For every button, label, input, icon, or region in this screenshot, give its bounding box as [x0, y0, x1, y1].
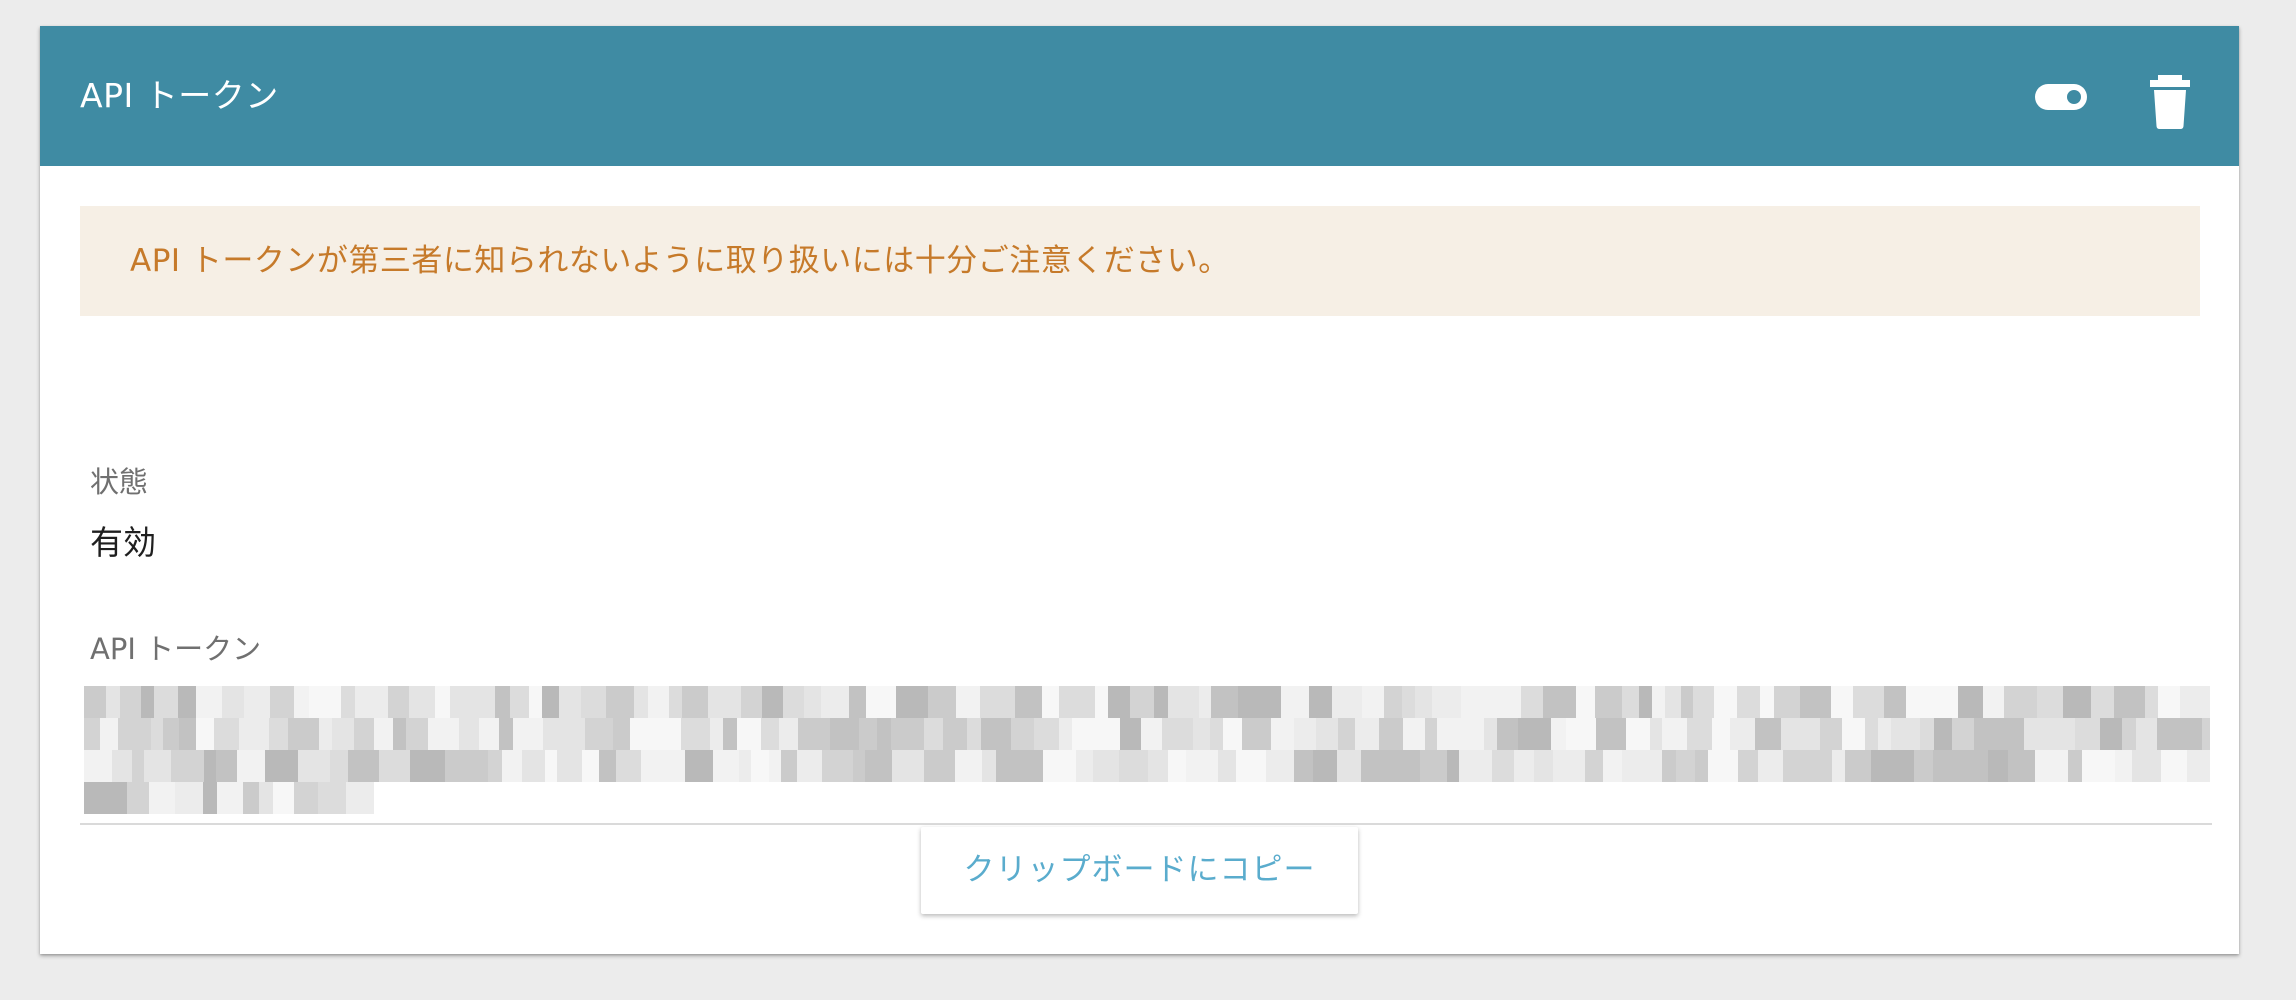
- toggle-knob: [2067, 90, 2081, 104]
- token-line: [84, 718, 2210, 750]
- copy-button-label: クリップボードにコピー: [963, 852, 1316, 888]
- token-value-obscured: [84, 656, 2212, 846]
- toggle-on-icon: [2035, 84, 2087, 110]
- card-title: API トークン: [80, 76, 279, 115]
- copy-to-clipboard-button[interactable]: クリップボードにコピー: [921, 827, 1358, 914]
- token-divider: [80, 823, 2212, 825]
- security-warning-alert: API トークンが第三者に知られないように取り扱いには十分ご注意ください。: [80, 206, 2200, 316]
- card-header: API トークン: [40, 26, 2239, 166]
- status-value: 有効: [90, 523, 156, 562]
- token-line: [84, 686, 2210, 718]
- trash-icon: [2150, 75, 2190, 129]
- status-label: 状態: [90, 465, 149, 499]
- token-line: [84, 782, 374, 814]
- token-line: [84, 750, 2210, 782]
- api-token-card: API トークン API トークンが第三者に知られないように取り扱いには十分ご注…: [40, 26, 2239, 954]
- toggle-active-button[interactable]: [2013, 76, 2109, 116]
- delete-button[interactable]: [2135, 66, 2205, 136]
- alert-message: API トークンが第三者に知られないように取り扱いには十分ご注意ください。: [130, 243, 1230, 279]
